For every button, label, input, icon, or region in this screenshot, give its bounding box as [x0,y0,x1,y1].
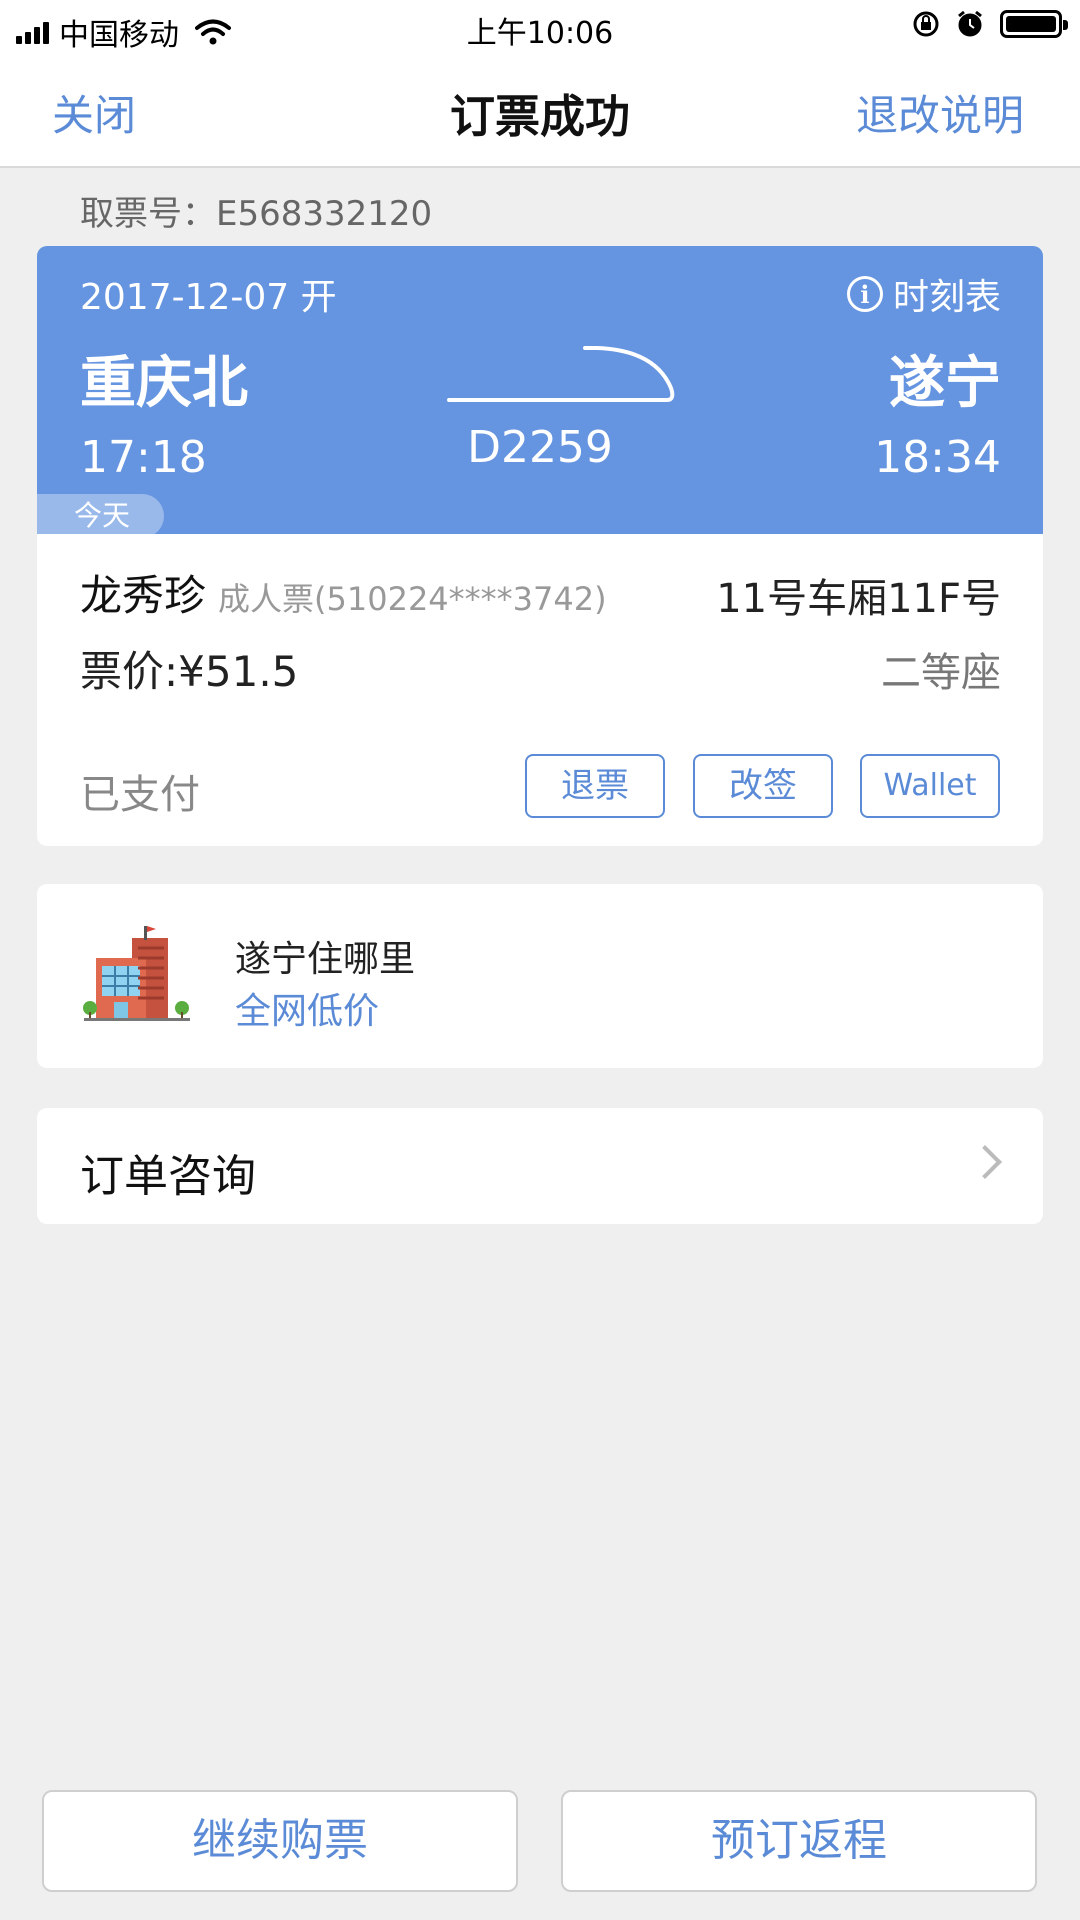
nav-bar: 关闭 订票成功 退改说明 [0,52,1080,168]
arrival-time: 18:34 [874,432,1001,483]
payment-status: 已支付 [80,772,200,818]
battery-icon [1000,10,1068,38]
pickup-number: 取票号：E568332120 [80,194,433,234]
alarm-icon [958,10,982,37]
wallet-button[interactable]: Wallet [860,754,1000,818]
seat-number: 11号车厢11F号 [716,576,1001,622]
ticket-card: 2017-12-07 开 i 时刻表 重庆北 遂宁 17:18 D2259 18… [37,246,1043,846]
order-consult-row[interactable]: 订单咨询 [37,1108,1043,1224]
timetable-button[interactable]: i 时刻表 [846,268,1001,320]
passenger-type: 成人票(510224****3742) [218,580,607,618]
timetable-label: 时刻表 [892,277,1001,318]
book-return-button[interactable]: 预订返程 [561,1790,1037,1892]
from-station: 重庆北 [80,351,248,416]
change-button[interactable]: 改签 [693,754,833,818]
refund-button[interactable]: 退票 [525,754,665,818]
info-icon: i [846,276,883,312]
refund-policy-button[interactable]: 退改说明 [856,82,1024,143]
order-consult-label: 订单咨询 [80,1151,256,1202]
to-station: 遂宁 [889,351,1001,416]
chevron-right-icon [968,1145,1002,1179]
train-icon [447,346,675,402]
departure-date: 2017-12-07 开 [80,277,337,318]
status-right [912,10,1068,38]
ticket-header: 2017-12-07 开 i 时刻表 重庆北 遂宁 17:18 D2259 18… [37,246,1043,538]
passenger-info: 龙秀珍 成人票(510224****3742) [80,562,607,623]
seat-class: 二等座 [881,650,1001,696]
rotation-lock-icon [913,11,939,37]
today-badge: 今天 [37,494,164,538]
hotel-subtitle: 全网低价 [235,991,380,1032]
hotel-card[interactable]: 遂宁住哪里 全网低价 [37,884,1043,1068]
hotel-building-icon [83,926,190,1021]
ticket-price: 票价:¥51.5 [80,647,299,696]
status-bar: 中国移动 上午10:06 [0,0,1080,53]
passenger-name: 龙秀珍 [80,571,207,620]
hotel-title: 遂宁住哪里 [235,939,416,980]
continue-buying-button[interactable]: 继续购票 [42,1790,518,1892]
